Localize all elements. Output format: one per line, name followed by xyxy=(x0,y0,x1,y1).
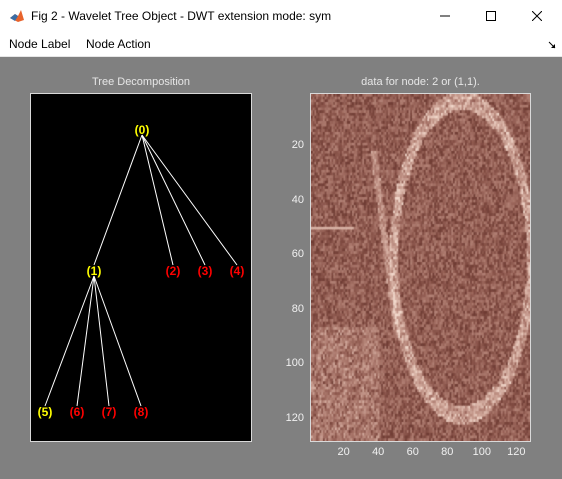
x-tick-label: 60 xyxy=(406,446,419,458)
close-icon xyxy=(532,11,542,21)
coefficient-image xyxy=(311,94,530,441)
tree-node-5[interactable]: (5) xyxy=(38,405,53,419)
y-tick-label: 100 xyxy=(285,357,304,370)
x-tick-label: 120 xyxy=(507,446,526,458)
tree-node-2[interactable]: (2) xyxy=(166,264,181,278)
x-tick-label: 80 xyxy=(441,446,454,458)
tree-edge xyxy=(141,134,206,266)
x-tick-label: 40 xyxy=(372,446,385,458)
title-bar: Fig 2 - Wavelet Tree Object - DWT extens… xyxy=(0,0,562,32)
window-title: Fig 2 - Wavelet Tree Object - DWT extens… xyxy=(31,9,332,23)
x-tick-label: 20 xyxy=(337,446,350,458)
menu-bar: Node Label Node Action xyxy=(0,32,562,57)
tree-edge xyxy=(76,275,95,407)
y-tick-label: 80 xyxy=(291,302,304,315)
minimize-button[interactable] xyxy=(422,0,468,32)
minimize-icon xyxy=(440,15,450,17)
x-tick-label: 100 xyxy=(472,446,491,458)
node-data-image-axes[interactable] xyxy=(310,93,531,442)
tree-edge xyxy=(93,134,143,266)
maximize-button[interactable] xyxy=(468,0,514,32)
tree-decomposition-axes[interactable]: (0) (1) (2) (3) (4) (5) (6) (7) (8) xyxy=(30,93,252,442)
tree-node-0[interactable]: (0) xyxy=(135,123,150,137)
dock-arrow-icon[interactable] xyxy=(548,41,556,49)
y-tick-label: 120 xyxy=(285,411,304,424)
y-tick-label: 40 xyxy=(291,193,304,206)
y-tick-label: 20 xyxy=(291,139,304,152)
menu-node-action[interactable]: Node Action xyxy=(86,32,151,56)
tree-node-1[interactable]: (1) xyxy=(87,264,102,278)
maximize-icon xyxy=(486,11,496,21)
tree-node-4[interactable]: (4) xyxy=(230,264,245,278)
close-button[interactable] xyxy=(514,0,560,32)
image-axes-title: data for node: 2 or (1,1). xyxy=(361,76,480,88)
menu-node-label[interactable]: Node Label xyxy=(9,32,70,56)
tree-edge xyxy=(44,275,95,407)
tree-node-6[interactable]: (6) xyxy=(70,405,85,419)
tree-edge xyxy=(141,134,174,266)
tree-axes-title: Tree Decomposition xyxy=(91,76,191,88)
matlab-icon xyxy=(9,8,25,24)
tree-node-7[interactable]: (7) xyxy=(102,405,117,419)
tree-edge xyxy=(141,134,238,266)
tree-node-3[interactable]: (3) xyxy=(198,264,213,278)
tree-node-8[interactable]: (8) xyxy=(134,405,149,419)
tree-graph: (0) (1) (2) (3) (4) (5) (6) (7) (8) xyxy=(38,123,245,419)
y-tick-label: 60 xyxy=(291,248,304,261)
